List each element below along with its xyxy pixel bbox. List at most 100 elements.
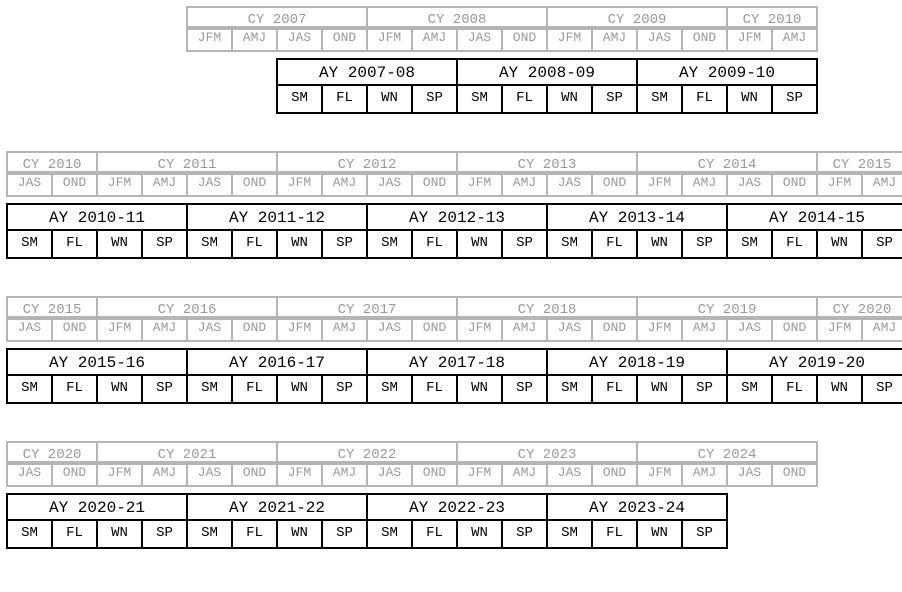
cy-month: OND — [771, 316, 818, 342]
cy-month: OND — [591, 316, 638, 342]
ay-term: FL — [771, 374, 818, 404]
cy-month: JFM — [636, 316, 683, 342]
cy-month: JAS — [636, 26, 683, 52]
cy-month: OND — [591, 171, 638, 197]
ay-term: SP — [501, 374, 548, 404]
ay-term: WN — [636, 519, 683, 549]
ay-terms-row: SMFLWNSP — [726, 376, 902, 404]
ay-term: FL — [771, 229, 818, 259]
cy-month: AMJ — [681, 171, 728, 197]
cy-month: JAS — [726, 461, 773, 487]
cy-month: AMJ — [231, 26, 278, 52]
ay-term: FL — [411, 374, 458, 404]
ay-term: FL — [591, 374, 638, 404]
timeline-band: CY 2007JFMAMJJASONDCY 2008JFMAMJJASONDCY… — [6, 6, 896, 126]
cy-months-row: JFMAMJJASOND — [456, 173, 638, 197]
cy-months-row: JFMAMJJASOND — [96, 463, 278, 487]
cy-month: JAS — [456, 26, 503, 52]
cy-month: OND — [411, 316, 458, 342]
cy-month: AMJ — [321, 171, 368, 197]
ay-term: SP — [681, 374, 728, 404]
ay-term: FL — [231, 229, 278, 259]
cy-month: JFM — [96, 461, 143, 487]
cy-month: AMJ — [861, 171, 902, 197]
cy-month: JFM — [816, 171, 863, 197]
ay-term: FL — [321, 84, 368, 114]
ay-term: WN — [96, 229, 143, 259]
ay-term: FL — [411, 519, 458, 549]
cy-month: JFM — [726, 26, 773, 52]
cy-month: JAS — [726, 171, 773, 197]
ay-terms-row: SMFLWNSP — [636, 86, 818, 114]
ay-term: SM — [546, 374, 593, 404]
ay-term: FL — [681, 84, 728, 114]
cy-month: AMJ — [501, 461, 548, 487]
ay-term: SM — [546, 229, 593, 259]
ay-terms-row: SMFLWNSP — [546, 231, 728, 259]
cy-months-row: JFMAMJJASOND — [276, 173, 458, 197]
ay-term: SM — [366, 374, 413, 404]
cy-months-row: JFMAMJJASOND — [366, 28, 548, 52]
ay-terms-row: SMFLWNSP — [366, 376, 548, 404]
cy-months-row: JFMAMJJASOND — [636, 318, 818, 342]
ay-terms-row: SMFLWNSP — [366, 521, 548, 549]
ay-term: WN — [546, 84, 593, 114]
cy-month: JAS — [366, 316, 413, 342]
ay-term: SM — [456, 84, 503, 114]
ay-terms-row: SMFLWNSP — [6, 231, 188, 259]
ay-term: WN — [636, 374, 683, 404]
cy-month: JAS — [546, 316, 593, 342]
ay-term: SP — [141, 229, 188, 259]
cy-month: AMJ — [771, 26, 818, 52]
ay-terms-row: SMFLWNSP — [456, 86, 638, 114]
cy-month: JAS — [6, 171, 53, 197]
cy-months-row: JASOND — [6, 173, 98, 197]
ay-term: SM — [546, 519, 593, 549]
ay-term: SP — [771, 84, 818, 114]
ay-term: WN — [96, 519, 143, 549]
ay-term: SP — [501, 229, 548, 259]
cy-month: AMJ — [591, 26, 638, 52]
ay-term: WN — [276, 374, 323, 404]
ay-term: WN — [816, 229, 863, 259]
cy-month: JFM — [276, 171, 323, 197]
cy-month: AMJ — [501, 316, 548, 342]
ay-term: SM — [186, 519, 233, 549]
cy-month: AMJ — [141, 461, 188, 487]
cy-month: OND — [321, 26, 368, 52]
ay-terms-row: SMFLWNSP — [6, 376, 188, 404]
ay-term: WN — [456, 519, 503, 549]
cy-month: JAS — [726, 316, 773, 342]
ay-term: SP — [501, 519, 548, 549]
cy-month: JAS — [6, 461, 53, 487]
cy-months-row: JFMAMJJASOND — [636, 463, 818, 487]
ay-term: SM — [276, 84, 323, 114]
ay-term: WN — [726, 84, 773, 114]
ay-term: SM — [6, 374, 53, 404]
cy-month: OND — [231, 461, 278, 487]
ay-terms-row: SMFLWNSP — [366, 231, 548, 259]
cy-month: JFM — [636, 171, 683, 197]
ay-term: FL — [231, 519, 278, 549]
ay-term: WN — [366, 84, 413, 114]
cy-months-row: JASOND — [6, 463, 98, 487]
cy-months-row: JFMAMJJASOND — [456, 318, 638, 342]
cy-month: AMJ — [681, 461, 728, 487]
cy-month: AMJ — [501, 171, 548, 197]
cy-month: OND — [681, 26, 728, 52]
cy-month: JAS — [366, 171, 413, 197]
cy-month: JFM — [456, 171, 503, 197]
cy-months-row: JFMAMJJASOND — [276, 318, 458, 342]
cy-month: AMJ — [141, 171, 188, 197]
cy-month: OND — [51, 171, 98, 197]
cy-month: AMJ — [321, 316, 368, 342]
cy-month: JAS — [546, 171, 593, 197]
cy-month: AMJ — [861, 316, 902, 342]
ay-terms-row: SMFLWNSP — [186, 231, 368, 259]
ay-term: SP — [411, 84, 458, 114]
ay-term: SP — [681, 229, 728, 259]
cy-month: OND — [51, 461, 98, 487]
ay-term: SP — [321, 519, 368, 549]
ay-term: SP — [141, 374, 188, 404]
ay-term: SM — [186, 229, 233, 259]
